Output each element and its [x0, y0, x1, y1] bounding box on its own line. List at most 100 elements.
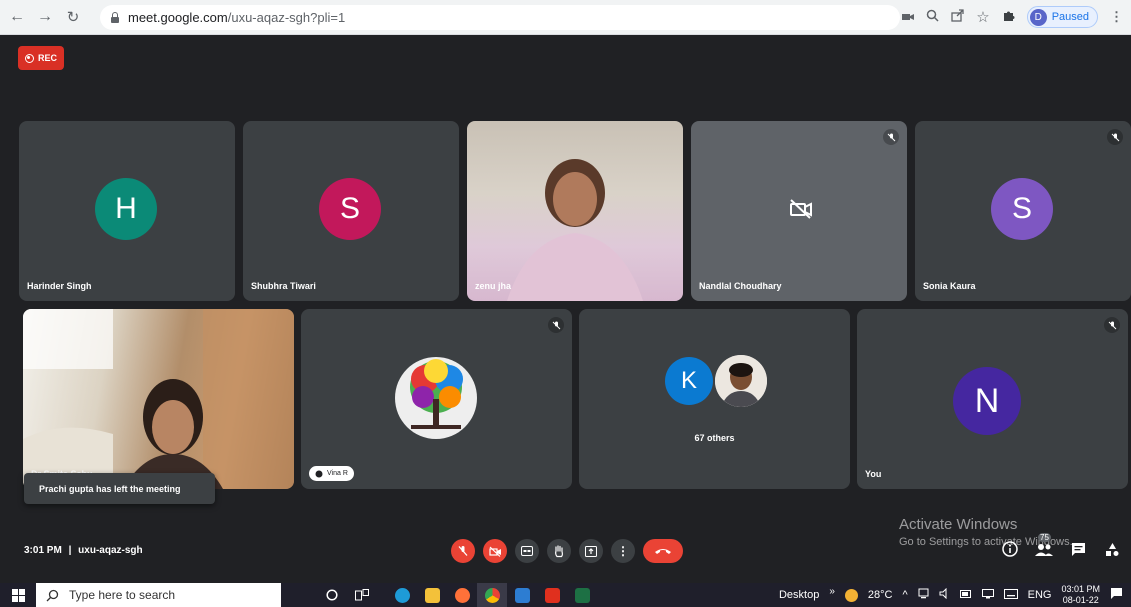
- excel-icon[interactable]: [567, 583, 597, 607]
- profile-status: Paused: [1051, 11, 1089, 23]
- participant-tile[interactable]: Vina R: [301, 309, 572, 489]
- clock-date: 08-01-22: [1062, 595, 1099, 605]
- participant-avatar-photo: [715, 355, 767, 407]
- participants-button[interactable]: 75: [1035, 533, 1053, 558]
- input-language[interactable]: ENG: [1028, 589, 1052, 601]
- camera-indicator-icon[interactable]: [902, 10, 915, 25]
- forward-icon[interactable]: →: [34, 6, 56, 28]
- task-view-icon[interactable]: [347, 583, 377, 607]
- participant-name: Shubhra Tiwari: [251, 281, 316, 291]
- extensions-icon[interactable]: [1002, 9, 1015, 25]
- cortana-icon[interactable]: [317, 583, 347, 607]
- participant-avatar: K: [665, 357, 713, 405]
- show-hidden-icons-icon[interactable]: ^: [902, 589, 907, 601]
- chat-button[interactable]: [1069, 540, 1087, 558]
- participant-name: Vina R: [327, 470, 348, 477]
- notification-center-icon[interactable]: [1110, 587, 1123, 603]
- mic-toggle-button[interactable]: [451, 539, 475, 563]
- browser-toolbar: ← → ↻ meet.google.com/uxu-aqaz-sgh?pli=1…: [0, 0, 1131, 35]
- more-vert-icon: ⋮: [617, 544, 629, 558]
- meeting-code: uxu-aqaz-sgh: [78, 545, 143, 556]
- overflow-chevron-icon[interactable]: »: [829, 586, 835, 597]
- camera-off-icon: [488, 546, 501, 557]
- recording-badge: REC: [18, 46, 64, 70]
- back-icon[interactable]: ←: [6, 6, 28, 28]
- participant-tile[interactable]: Nandlal Choudhary: [691, 121, 907, 301]
- participant-tile-others[interactable]: K 67 others: [579, 309, 850, 489]
- url-path: /uxu-aqaz-sgh?pli=1: [227, 10, 346, 25]
- participant-tile-self[interactable]: N You: [857, 309, 1128, 489]
- network-icon[interactable]: [918, 588, 929, 602]
- meet-side-controls: 75: [1001, 533, 1121, 558]
- share-icon[interactable]: [951, 9, 964, 25]
- activities-button[interactable]: [1103, 540, 1121, 558]
- clock-time: 03:01 PM: [1061, 584, 1100, 594]
- others-count: 67 others: [694, 433, 735, 443]
- raise-hand-button[interactable]: [547, 539, 571, 563]
- meeting-time: 3:01 PM: [24, 545, 62, 556]
- speaker-icon[interactable]: [939, 587, 950, 602]
- wifi-icon[interactable]: [981, 588, 994, 602]
- participant-name: Harinder Singh: [27, 281, 92, 291]
- recording-label: REC: [37, 53, 57, 63]
- participant-name: Nandlal Choudhary: [699, 281, 782, 291]
- leave-call-button[interactable]: [643, 539, 683, 563]
- notification-toast: Prachi gupta has left the meeting: [24, 473, 215, 504]
- participant-tile[interactable]: zenu jha: [467, 121, 683, 301]
- chat-icon: [1071, 542, 1085, 556]
- meeting-details: 3:01 PM | uxu-aqaz-sgh: [24, 545, 143, 556]
- zoom-icon[interactable]: [926, 9, 939, 25]
- weather-icon: [844, 588, 858, 602]
- file-explorer-icon[interactable]: [417, 583, 447, 607]
- search-placeholder: Type here to search: [69, 588, 176, 602]
- chrome-icon[interactable]: [477, 583, 507, 607]
- mic-off-icon: [1104, 317, 1120, 333]
- browser-menu-icon[interactable]: ⋮: [1110, 9, 1123, 25]
- lock-icon: [110, 12, 120, 23]
- participant-count-badge: 75: [1038, 533, 1051, 542]
- desktop-toolbar[interactable]: Desktop: [779, 589, 819, 601]
- battery-icon[interactable]: [959, 589, 972, 601]
- search-icon: [46, 589, 59, 601]
- participant-avatar: S: [319, 178, 381, 240]
- info-icon: [1002, 541, 1018, 557]
- edge-icon[interactable]: [387, 583, 417, 607]
- url-host: meet.google.com: [128, 10, 228, 25]
- present-icon: [585, 545, 597, 557]
- windows-taskbar: Type here to search Desktop » 28°C ^ ENG: [0, 583, 1131, 607]
- weather-temperature[interactable]: 28°C: [868, 589, 893, 601]
- bookmark-star-icon[interactable]: ☆: [976, 8, 989, 26]
- camera-off-icon: [789, 199, 813, 224]
- captions-button[interactable]: [515, 539, 539, 563]
- participant-name: You: [865, 469, 882, 479]
- participant-avatar: N: [953, 367, 1021, 435]
- taskbar-clock[interactable]: 03:01 PM 08-01-22: [1061, 584, 1100, 606]
- hand-raise-icon: [315, 470, 323, 477]
- participant-tile[interactable]: S Shubhra Tiwari: [243, 121, 459, 301]
- firefox-icon[interactable]: [447, 583, 477, 607]
- meeting-info-button[interactable]: [1001, 540, 1019, 558]
- mic-off-icon: [883, 129, 899, 145]
- system-tray: Desktop » 28°C ^ ENG 03:01 PM 08-01-22: [779, 583, 1131, 607]
- taskbar-search[interactable]: Type here to search: [36, 583, 281, 607]
- participant-video: [507, 159, 643, 301]
- shapes-icon: [1105, 542, 1118, 556]
- profile-button[interactable]: D Paused: [1026, 6, 1098, 28]
- address-bar[interactable]: meet.google.com/uxu-aqaz-sgh?pli=1: [100, 5, 900, 30]
- participant-name-chip: Vina R: [309, 466, 354, 481]
- participant-tile[interactable]: Dr Smita Sahu: [23, 309, 294, 489]
- participant-tile[interactable]: H Harinder Singh: [19, 121, 235, 301]
- reload-icon[interactable]: ↻: [62, 6, 84, 28]
- start-button[interactable]: [0, 583, 36, 607]
- phone-hangup-icon: [655, 549, 671, 554]
- participant-avatar: H: [95, 178, 157, 240]
- camera-toggle-button[interactable]: [483, 539, 507, 563]
- participant-tile[interactable]: S Sonia Kaura: [915, 121, 1131, 301]
- present-button[interactable]: [579, 539, 603, 563]
- participant-avatar: S: [991, 178, 1053, 240]
- acrobat-icon[interactable]: [537, 583, 567, 607]
- participant-name: Sonia Kaura: [923, 281, 976, 291]
- keyboard-icon[interactable]: [1003, 588, 1018, 602]
- media-app-icon[interactable]: [507, 583, 537, 607]
- more-options-button[interactable]: ⋮: [611, 539, 635, 563]
